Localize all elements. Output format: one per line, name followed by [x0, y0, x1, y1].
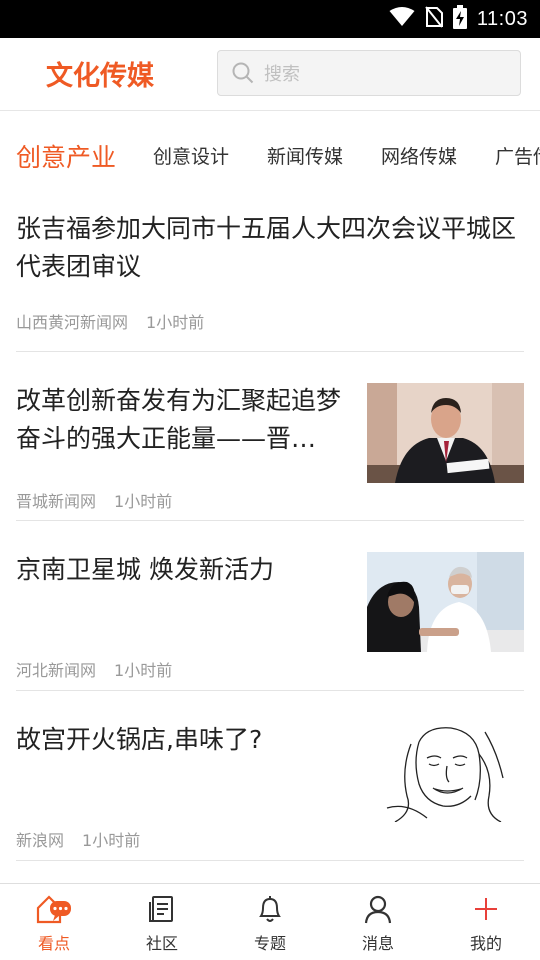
news-item[interactable]: 张吉福参加大同市十五届人大四次会议平城区代表团审议 山西黄河新闻网 1小时前 — [16, 210, 524, 352]
news-time: 1小时前 — [82, 831, 141, 850]
app-header: 文化传媒 搜索 — [0, 38, 540, 111]
news-item[interactable]: 京南卫星城 焕发新活力 河北新闻网 1小时前 — [16, 521, 524, 691]
news-item[interactable]: 故宫开火锅店,串味了? 新浪网 1小时前 — [16, 691, 524, 861]
nav-item-mine[interactable]: 我的 — [432, 884, 540, 960]
chat-house-icon — [35, 894, 73, 928]
news-time: 1小时前 — [114, 492, 173, 511]
nav-item-kandian[interactable]: 看点 — [0, 884, 108, 960]
plus-icon — [471, 894, 501, 928]
nav-item-topics[interactable]: 专题 — [216, 884, 324, 960]
news-title: 张吉福参加大同市十五届人大四次会议平城区代表团审议 — [16, 214, 517, 281]
tab-network-media[interactable]: 网络传媒 — [381, 142, 457, 169]
no-sim-icon — [425, 6, 443, 32]
nav-label: 消息 — [361, 934, 394, 953]
search-placeholder: 搜索 — [264, 64, 300, 85]
nav-label: 看点 — [37, 934, 70, 953]
news-title: 故宫开火锅店,串味了? — [16, 725, 263, 754]
status-bar: 11:03 — [0, 0, 540, 38]
news-meta: 山西黄河新闻网 1小时前 — [16, 309, 204, 333]
tab-creative-design[interactable]: 创意设计 — [153, 142, 229, 169]
document-icon — [147, 894, 177, 928]
news-meta: 新浪网 1小时前 — [16, 827, 140, 851]
news-meta: 晋城新闻网 1小时前 — [16, 488, 172, 512]
news-item[interactable]: 改革创新奋发有为汇聚起追梦奋斗的强大正能量——晋… 晋城新闻网 1小时前 — [16, 352, 524, 521]
category-tabs: 创意产业 创意设计 新闻传媒 网络传媒 广告传 — [0, 110, 540, 200]
news-thumbnail — [367, 722, 524, 822]
status-time: 11:03 — [476, 7, 528, 30]
status-icons: 11:03 — [389, 0, 528, 38]
app-logo: 文化传媒 — [46, 61, 154, 92]
news-title: 京南卫星城 焕发新活力 — [16, 555, 274, 584]
nav-label: 我的 — [469, 934, 502, 953]
search-input[interactable]: 搜索 — [217, 50, 521, 96]
news-meta: 河北新闻网 1小时前 — [16, 657, 172, 681]
nav-label: 社区 — [145, 934, 178, 953]
nav-label: 专题 — [253, 934, 286, 953]
battery-charging-icon — [452, 5, 467, 33]
news-time: 1小时前 — [114, 661, 173, 680]
bell-icon — [255, 894, 285, 928]
news-thumbnail — [367, 383, 524, 483]
news-source: 晋城新闻网 — [16, 492, 97, 511]
tab-advertising[interactable]: 广告传 — [495, 142, 540, 169]
nav-item-community[interactable]: 社区 — [108, 884, 216, 960]
search-icon — [232, 62, 254, 84]
person-icon — [363, 894, 393, 928]
news-source: 新浪网 — [16, 831, 65, 850]
news-thumbnail — [367, 552, 524, 652]
news-title: 改革创新奋发有为汇聚起追梦奋斗的强大正能量——晋… — [16, 386, 342, 453]
tab-creative-industry[interactable]: 创意产业 — [16, 138, 116, 174]
news-source: 山西黄河新闻网 — [16, 313, 129, 332]
wifi-icon — [389, 7, 415, 31]
tab-news-media[interactable]: 新闻传媒 — [267, 142, 343, 169]
news-time: 1小时前 — [146, 313, 205, 332]
bottom-nav: 看点 社区 专题 消息 我的 — [0, 883, 540, 960]
nav-item-messages[interactable]: 消息 — [324, 884, 432, 960]
news-source: 河北新闻网 — [16, 661, 97, 680]
